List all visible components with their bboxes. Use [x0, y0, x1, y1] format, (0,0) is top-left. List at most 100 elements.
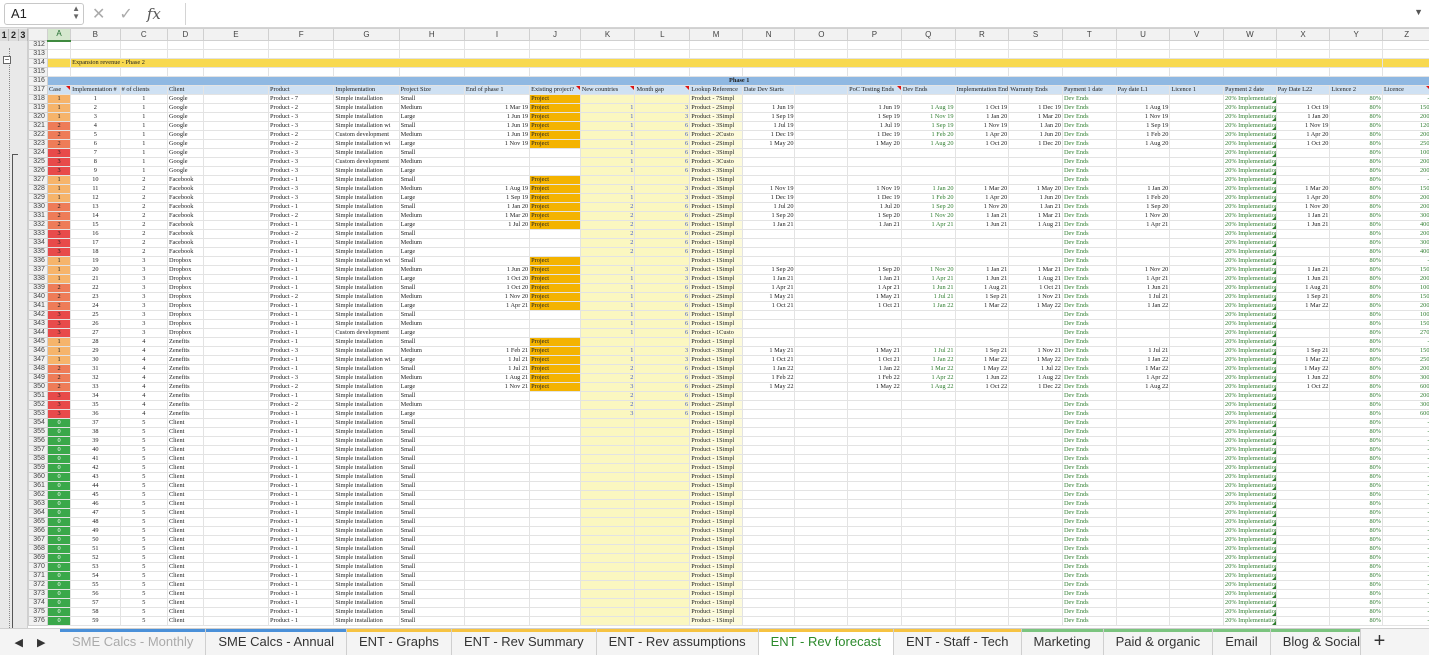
cell-pay2[interactable]: 20% Implementation E [1223, 346, 1277, 356]
cell-impl[interactable]: Simple installation wi [333, 355, 400, 365]
cell-exist[interactable] [529, 571, 581, 581]
cell-dend[interactable] [900, 256, 956, 266]
cell-pay2[interactable]: 20% Implementation E [1223, 427, 1277, 437]
cell-nc[interactable] [579, 445, 636, 455]
row-header[interactable]: 351 [28, 391, 48, 401]
cell-dstart[interactable] [741, 526, 796, 536]
cell-imp[interactable]: 27 [70, 328, 121, 338]
cell-dend[interactable]: 1 Sep 19 [900, 121, 956, 131]
cell[interactable] [202, 175, 270, 185]
cell-lookup[interactable]: Product - 1Simpl [689, 220, 743, 230]
column-header-N[interactable]: N [741, 28, 796, 41]
cell-product[interactable]: Product - 1 [268, 472, 335, 482]
cell-lookup[interactable]: Product - 3Simpl [689, 373, 743, 383]
cell-lookup[interactable]: Product - 3Custo [689, 157, 743, 167]
cell-case[interactable]: 0 [46, 436, 72, 446]
cell-imp[interactable]: 22 [70, 283, 121, 293]
cell[interactable] [529, 67, 581, 77]
cell-l1[interactable] [1169, 553, 1225, 563]
cell-n[interactable]: 3 [119, 319, 168, 329]
cell-poc[interactable] [847, 463, 902, 473]
cell-l2[interactable]: 80% [1329, 445, 1384, 455]
row-header[interactable]: 372 [28, 580, 48, 590]
cell-imp[interactable]: 6 [70, 139, 121, 149]
cell[interactable] [794, 238, 849, 248]
cell-impl[interactable]: Simple installation [333, 400, 400, 410]
cell-lookup[interactable]: Product - 1Simpl [689, 526, 743, 536]
cell-client[interactable]: Facebook [166, 238, 204, 248]
cell-dend[interactable] [900, 454, 956, 464]
cell-poc[interactable] [847, 427, 902, 437]
cell-n[interactable]: 3 [119, 265, 168, 275]
cell[interactable] [794, 382, 849, 392]
cell-exist[interactable]: Project [529, 373, 581, 383]
cell-product[interactable]: Product - 1 [268, 481, 335, 491]
cell-size[interactable]: Small [398, 526, 465, 536]
cell-size[interactable]: Small [398, 454, 465, 464]
cell-wend[interactable] [1008, 148, 1063, 158]
cell-l1[interactable] [1169, 112, 1225, 122]
cell-pay1[interactable]: Dev Ends [1061, 346, 1117, 356]
row-header[interactable]: 338 [28, 274, 48, 284]
cell-pay1[interactable]: Dev Ends [1061, 184, 1117, 194]
cell-case[interactable]: 1 [46, 337, 72, 347]
cell-end1[interactable] [463, 463, 531, 473]
cell[interactable] [70, 40, 121, 50]
cell[interactable] [202, 544, 270, 554]
cell-dend[interactable]: 1 Feb 20 [900, 193, 956, 203]
cell-pl2[interactable]: 1 Mar 20 [1275, 184, 1331, 194]
cell-iend[interactable]: 1 Oct 20 [954, 139, 1010, 149]
cell[interactable] [46, 49, 72, 59]
cell-dend[interactable] [900, 580, 956, 590]
cell-case[interactable]: 0 [46, 508, 72, 518]
cell-pay1[interactable]: Dev Ends [1061, 247, 1117, 257]
cell-dend[interactable] [900, 490, 956, 500]
cell-pay1[interactable]: Dev Ends [1061, 256, 1117, 266]
cell-dstart[interactable] [741, 472, 796, 482]
cell-dstart[interactable] [741, 310, 796, 320]
cell-l2[interactable]: 80% [1329, 472, 1384, 482]
cell-case[interactable]: 2 [46, 373, 72, 383]
cell-imp[interactable]: 26 [70, 319, 121, 329]
cell-pl1[interactable]: 1 Apr 21 [1115, 220, 1171, 230]
cell-l1[interactable] [1169, 265, 1225, 275]
cell-pl1[interactable] [1115, 490, 1171, 500]
cell-pl1[interactable] [1115, 463, 1171, 473]
cell-pl1[interactable]: 1 Aug 22 [1115, 382, 1171, 392]
cell-pl2[interactable] [1275, 391, 1331, 401]
cell-l1[interactable] [1169, 418, 1225, 428]
cell-exist[interactable] [529, 247, 581, 257]
cell-exist[interactable] [529, 166, 581, 176]
cell-l2[interactable]: 80% [1329, 103, 1384, 113]
cell[interactable] [202, 67, 270, 77]
row-header[interactable]: 336 [28, 256, 48, 266]
row-header[interactable]: 319 [28, 103, 48, 113]
cell-poc[interactable] [847, 337, 902, 347]
cell-l2[interactable]: 80% [1329, 580, 1384, 590]
cell-pay1[interactable]: Dev Ends [1061, 580, 1117, 590]
cell-size[interactable]: Small [398, 571, 465, 581]
cell-wend[interactable]: 1 Jul 22 [1008, 364, 1063, 374]
cell-wend[interactable] [1008, 400, 1063, 410]
cell-pay2[interactable]: 20% Implementation E [1223, 220, 1277, 230]
cell-imp[interactable]: 54 [70, 571, 121, 581]
cell-n[interactable]: 1 [119, 166, 168, 176]
cell[interactable] [202, 220, 270, 230]
cell-lookup[interactable]: Product - 1Simpl [689, 517, 743, 527]
cell-pay1[interactable]: Dev Ends [1061, 274, 1117, 284]
cell-nc[interactable]: 1 [579, 346, 636, 356]
cell-n[interactable]: 5 [119, 553, 168, 563]
cell-pl1[interactable]: 1 Mar 22 [1115, 364, 1171, 374]
cell-l2[interactable]: 80% [1329, 310, 1384, 320]
cell-wend[interactable] [1008, 580, 1063, 590]
cell-l2[interactable]: 80% [1329, 562, 1384, 572]
cell-nc[interactable] [579, 526, 636, 536]
row-header[interactable]: 356 [28, 436, 48, 446]
cell-exist[interactable]: Project [529, 283, 581, 293]
cell-impl[interactable]: Simple installation [333, 463, 400, 473]
cell[interactable] [847, 49, 902, 59]
cell[interactable] [794, 445, 849, 455]
cell-end1[interactable] [463, 580, 531, 590]
cell-end1[interactable]: 1 Jan 20 [463, 202, 531, 212]
row-header[interactable]: 318 [28, 94, 48, 104]
